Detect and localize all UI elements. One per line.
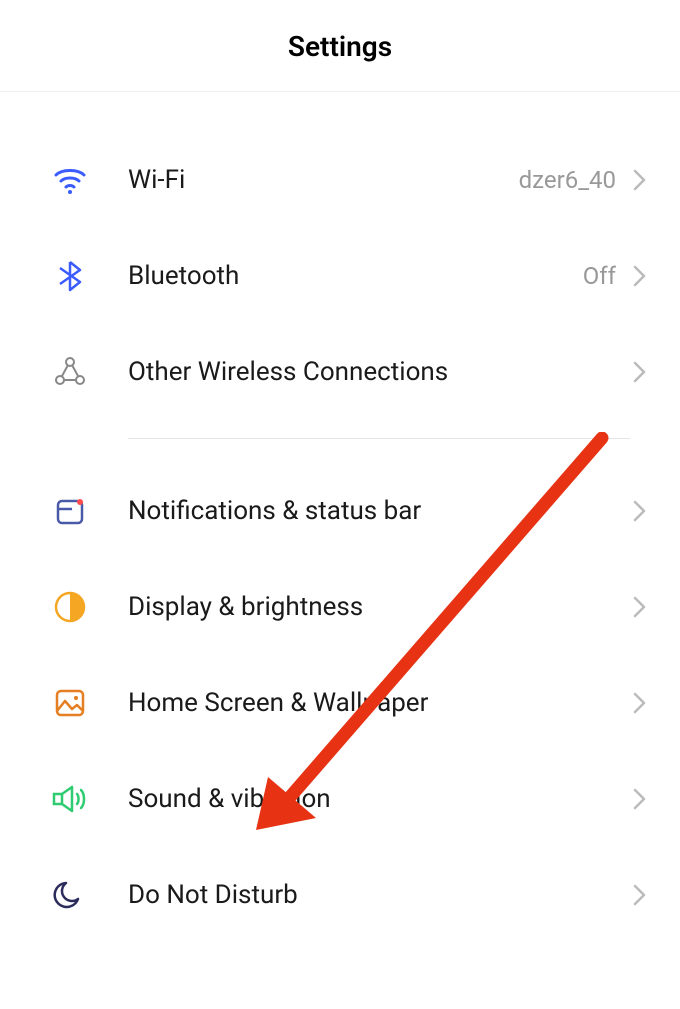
settings-item-label: Notifications & status bar: [128, 496, 630, 526]
settings-item-dnd[interactable]: Do Not Disturb: [0, 847, 680, 943]
notifications-icon: [50, 491, 90, 531]
settings-item-label: Sound & vibration: [128, 784, 630, 814]
chevron-right-icon: [630, 170, 650, 190]
sound-icon: [50, 779, 90, 819]
settings-item-label: Home Screen & Wallpaper: [128, 688, 630, 718]
chevron-right-icon: [630, 597, 650, 617]
section-divider: [0, 438, 680, 439]
settings-item-label: Bluetooth: [128, 261, 583, 291]
settings-item-bluetooth[interactable]: Bluetooth Off: [0, 228, 680, 324]
settings-item-sound[interactable]: Sound & vibration: [0, 751, 680, 847]
settings-item-notifications[interactable]: Notifications & status bar: [0, 463, 680, 559]
settings-header: Settings: [0, 0, 680, 92]
share-network-icon: [50, 352, 90, 392]
moon-icon: [50, 875, 90, 915]
wifi-icon: [50, 160, 90, 200]
chevron-right-icon: [630, 266, 650, 286]
settings-item-display[interactable]: Display & brightness: [0, 559, 680, 655]
settings-list: Wi-Fi dzer6_40 Bluetooth Off: [0, 92, 680, 943]
settings-item-other-wireless[interactable]: Other Wireless Connections: [0, 324, 680, 420]
settings-item-home-screen[interactable]: Home Screen & Wallpaper: [0, 655, 680, 751]
brightness-icon: [50, 587, 90, 627]
settings-item-value: dzer6_40: [519, 166, 616, 194]
settings-item-wifi[interactable]: Wi-Fi dzer6_40: [0, 132, 680, 228]
bluetooth-icon: [50, 256, 90, 296]
page-title: Settings: [0, 30, 680, 63]
chevron-right-icon: [630, 789, 650, 809]
chevron-right-icon: [630, 501, 650, 521]
settings-item-label: Wi-Fi: [128, 165, 519, 195]
settings-item-value: Off: [583, 262, 616, 290]
settings-item-label: Do Not Disturb: [128, 880, 630, 910]
chevron-right-icon: [630, 885, 650, 905]
chevron-right-icon: [630, 362, 650, 382]
settings-item-label: Other Wireless Connections: [128, 357, 630, 387]
chevron-right-icon: [630, 693, 650, 713]
wallpaper-icon: [50, 683, 90, 723]
settings-item-label: Display & brightness: [128, 592, 630, 622]
